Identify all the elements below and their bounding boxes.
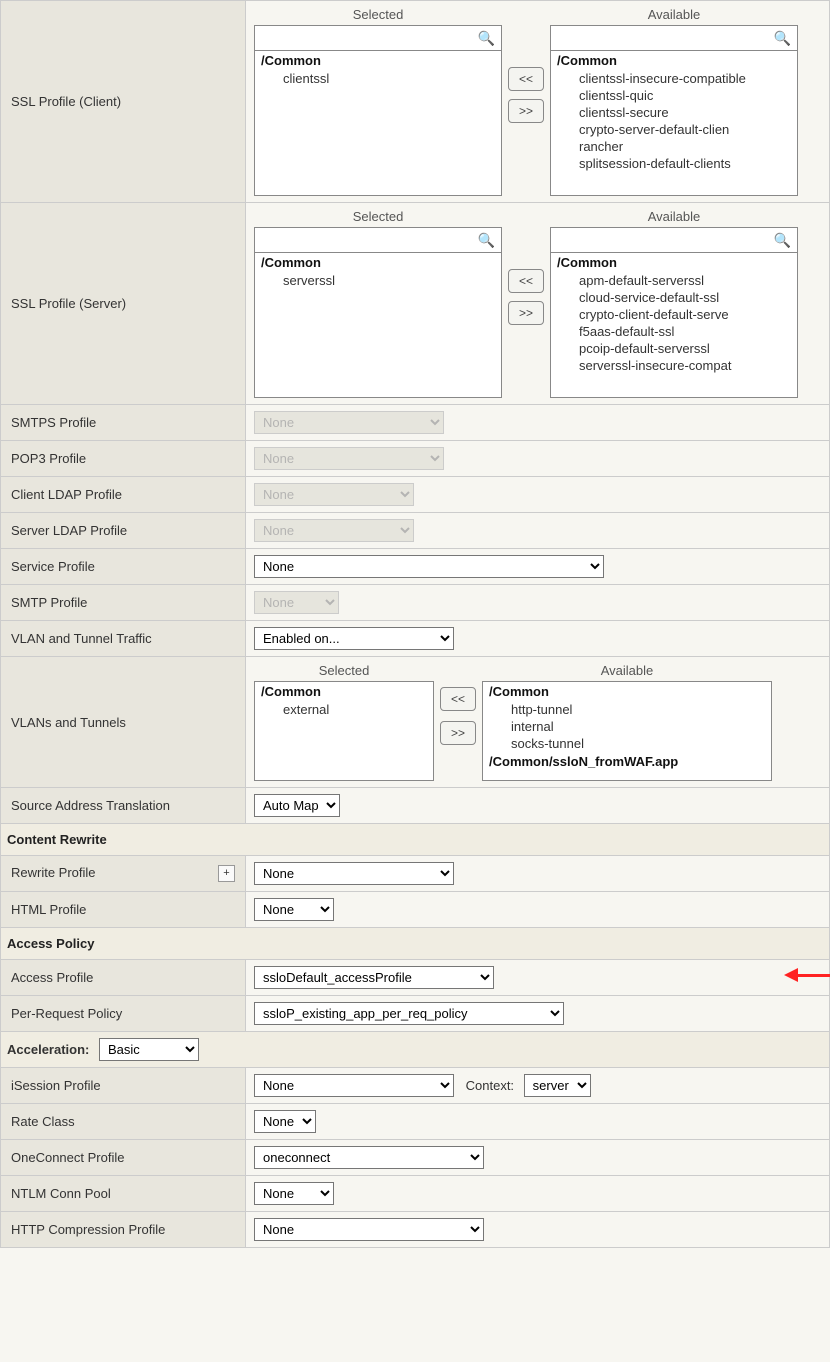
ntlm-conn-pool-label: NTLM Conn Pool	[1, 1176, 246, 1212]
ssl-profile-client-label: SSL Profile (Client)	[1, 1, 246, 203]
pop3-profile-select: None	[254, 447, 444, 470]
list-item[interactable]: http-tunnel	[483, 701, 771, 718]
per-request-policy-select[interactable]: ssloP_existing_app_per_req_policy	[254, 1002, 564, 1025]
ssl-client-available-list[interactable]: /Common clientssl-insecure-compatible cl…	[550, 51, 798, 196]
search-icon: 🔍	[478, 30, 501, 47]
vlan-tunnel-traffic-label: VLAN and Tunnel Traffic	[1, 621, 246, 657]
html-profile-select[interactable]: None	[254, 898, 334, 921]
list-group: /Common	[551, 253, 797, 272]
context-label: Context:	[466, 1078, 514, 1093]
vlans-tunnels-picker: Selected /Common external << >> Availabl…	[254, 663, 821, 781]
source-address-translation-label: Source Address Translation	[1, 788, 246, 824]
list-item[interactable]: serverssl-insecure-compat	[551, 357, 797, 374]
list-item[interactable]: crypto-client-default-serve	[551, 306, 797, 323]
list-item[interactable]: apm-default-serverssl	[551, 272, 797, 289]
move-left-button[interactable]: <<	[508, 67, 544, 91]
ssl-profile-server-label: SSL Profile (Server)	[1, 203, 246, 405]
ssl-server-picker: Selected 🔍 /Common serverssl << >> Avail…	[254, 209, 821, 398]
rewrite-profile-add-button[interactable]: +	[218, 865, 235, 882]
server-ldap-profile-select: None	[254, 519, 414, 542]
ssl-client-picker: Selected 🔍 /Common clientssl << >> Avail…	[254, 7, 821, 196]
move-right-button[interactable]: >>	[440, 721, 476, 745]
move-right-button[interactable]: >>	[508, 99, 544, 123]
move-right-button[interactable]: >>	[508, 301, 544, 325]
search-icon: 🔍	[774, 232, 797, 249]
list-item[interactable]: f5aas-default-ssl	[551, 323, 797, 340]
list-item[interactable]: pcoip-default-serverssl	[551, 340, 797, 357]
server-ldap-profile-label: Server LDAP Profile	[1, 513, 246, 549]
oneconnect-profile-label: OneConnect Profile	[1, 1140, 246, 1176]
http-compression-profile-select[interactable]: None	[254, 1218, 484, 1241]
move-left-button[interactable]: <<	[508, 269, 544, 293]
available-header: Available	[550, 7, 798, 25]
list-item[interactable]: clientssl-secure	[551, 104, 797, 121]
list-item[interactable]: rancher	[551, 138, 797, 155]
content-rewrite-header: Content Rewrite	[1, 824, 830, 856]
ssl-server-available-search[interactable]	[551, 229, 774, 252]
per-request-policy-label: Per-Request Policy	[1, 996, 246, 1032]
list-item[interactable]: external	[255, 701, 433, 718]
smtp-profile-select: None	[254, 591, 339, 614]
list-item[interactable]: clientssl-quic	[551, 87, 797, 104]
http-compression-profile-label: HTTP Compression Profile	[1, 1212, 246, 1248]
service-profile-select[interactable]: None	[254, 555, 604, 578]
list-item[interactable]: clientssl-insecure-compatible	[551, 70, 797, 87]
vlans-selected-list[interactable]: /Common external	[254, 681, 434, 781]
ssl-client-selected-search[interactable]	[255, 27, 478, 50]
rate-class-select[interactable]: None	[254, 1110, 316, 1133]
list-item[interactable]: splitsession-default-clients	[551, 155, 797, 172]
client-ldap-profile-select: None	[254, 483, 414, 506]
list-group: /Common	[551, 51, 797, 70]
ssl-server-selected-search[interactable]	[255, 229, 478, 252]
search-icon: 🔍	[774, 30, 797, 47]
client-ldap-profile-label: Client LDAP Profile	[1, 477, 246, 513]
rewrite-profile-select[interactable]: None	[254, 862, 454, 885]
service-profile-label: Service Profile	[1, 549, 246, 585]
available-header: Available	[482, 663, 772, 681]
isession-profile-select[interactable]: None	[254, 1074, 454, 1097]
access-profile-select[interactable]: ssloDefault_accessProfile	[254, 966, 494, 989]
list-item[interactable]: serverssl	[255, 272, 501, 289]
list-item[interactable]: internal	[483, 718, 771, 735]
access-profile-label: Access Profile	[1, 960, 246, 996]
acceleration-select[interactable]: Basic	[99, 1038, 199, 1061]
smtps-profile-select: None	[254, 411, 444, 434]
list-group: /Common	[255, 253, 501, 272]
selected-header: Selected	[254, 7, 502, 25]
list-item[interactable]: crypto-server-default-clien	[551, 121, 797, 138]
selected-header: Selected	[254, 209, 502, 227]
source-address-translation-select[interactable]: Auto Map	[254, 794, 340, 817]
list-item[interactable]: clientssl	[255, 70, 501, 87]
list-item[interactable]: socks-tunnel	[483, 735, 771, 752]
ssl-client-selected-list[interactable]: /Common clientssl	[254, 51, 502, 196]
pop3-profile-label: POP3 Profile	[1, 441, 246, 477]
smtp-profile-label: SMTP Profile	[1, 585, 246, 621]
rewrite-profile-label: Rewrite Profile +	[1, 856, 246, 892]
list-group: /Common/ssloN_fromWAF.app	[483, 752, 771, 771]
access-policy-header: Access Policy	[1, 928, 830, 960]
list-item[interactable]: cloud-service-default-ssl	[551, 289, 797, 306]
smtps-profile-label: SMTPS Profile	[1, 405, 246, 441]
ssl-client-available-search[interactable]	[551, 27, 774, 50]
list-group: /Common	[255, 682, 433, 701]
ssl-server-available-list[interactable]: /Common apm-default-serverssl cloud-serv…	[550, 253, 798, 398]
annotation-arrow-icon	[796, 974, 830, 977]
ssl-server-selected-list[interactable]: /Common serverssl	[254, 253, 502, 398]
available-header: Available	[550, 209, 798, 227]
html-profile-label: HTML Profile	[1, 892, 246, 928]
vlans-available-list[interactable]: /Common http-tunnel internal socks-tunne…	[482, 681, 772, 781]
vlans-tunnels-label: VLANs and Tunnels	[1, 657, 246, 788]
acceleration-label: Acceleration:	[7, 1042, 89, 1057]
vlan-tunnel-traffic-select[interactable]: Enabled on...	[254, 627, 454, 650]
search-icon: 🔍	[478, 232, 501, 249]
isession-context-select[interactable]: server	[524, 1074, 591, 1097]
rate-class-label: Rate Class	[1, 1104, 246, 1140]
list-group: /Common	[483, 682, 771, 701]
oneconnect-profile-select[interactable]: oneconnect	[254, 1146, 484, 1169]
ntlm-conn-pool-select[interactable]: None	[254, 1182, 334, 1205]
selected-header: Selected	[254, 663, 434, 681]
list-group: /Common	[255, 51, 501, 70]
move-left-button[interactable]: <<	[440, 687, 476, 711]
isession-profile-label: iSession Profile	[1, 1068, 246, 1104]
